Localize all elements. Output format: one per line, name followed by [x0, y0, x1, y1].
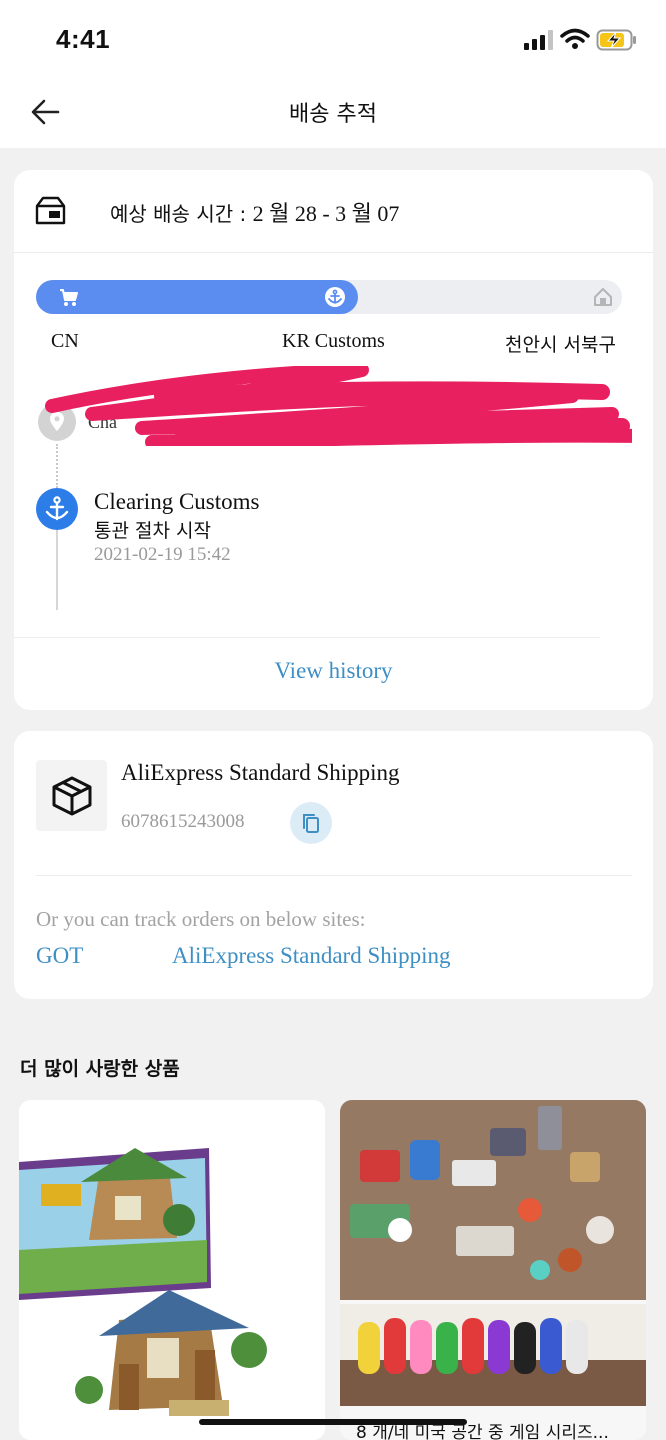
divider	[14, 252, 653, 253]
wifi-icon	[560, 28, 590, 49]
anchor-icon	[45, 496, 69, 521]
product-card[interactable]	[19, 1100, 325, 1440]
event-subtitle: 통관 절차 시작	[94, 520, 211, 542]
recommendations-title: 더 많이 사랑한 상품	[20, 1058, 180, 1080]
product-image-lego-treehouse	[19, 1100, 325, 1440]
eta-value: 2 월 28 - 3 월 07	[252, 201, 400, 226]
timeline-tail	[56, 530, 58, 610]
cellular-signal-icon	[524, 30, 553, 50]
tracking-card: 예상 배송 시간 : 2 월 28 - 3 월 07 CN KR Customs…	[14, 170, 653, 710]
eta-label: 예상 배송 시간 :	[110, 202, 253, 226]
event-title: Clearing Customs	[94, 489, 260, 514]
navigation-bar: 배송 추적	[0, 78, 666, 148]
package-thumbnail	[36, 760, 107, 831]
customs-anchor-icon	[325, 287, 345, 307]
divider	[14, 637, 600, 638]
event-time: 2021-02-19 15:42	[94, 544, 231, 565]
customs-event-marker	[36, 488, 78, 530]
copy-tracking-number-button[interactable]	[290, 802, 332, 844]
stage-destination: 천안시 서북구	[505, 334, 616, 356]
shipping-card: AliExpress Standard Shipping 60786152430…	[14, 731, 653, 999]
divider	[36, 875, 632, 876]
redaction-scribble	[45, 366, 632, 446]
tracking-number: 6078615243008	[121, 811, 245, 832]
home-indicator[interactable]	[199, 1419, 467, 1425]
shopping-cart-icon	[60, 289, 78, 306]
site-link-aliexpress[interactable]: AliExpress Standard Shipping	[172, 943, 451, 969]
view-history-link[interactable]: View history	[14, 658, 653, 684]
page-title: 배송 추적	[289, 102, 377, 127]
product-card[interactable]: 8 개/네 미국 공간 중 게임 시리즈...	[340, 1100, 646, 1440]
battery-charging-icon	[596, 29, 636, 51]
progress-fill	[36, 280, 359, 314]
stage-customs: KR Customs	[282, 330, 385, 352]
product-image-figures	[340, 1100, 646, 1406]
site-link-got[interactable]: GOT	[36, 943, 83, 969]
status-bar: 4:41	[0, 0, 666, 78]
stage-origin: CN	[51, 330, 79, 352]
status-time: 4:41	[56, 24, 111, 54]
delivery-truck-icon	[35, 196, 66, 225]
carrier-name: AliExpress Standard Shipping	[121, 760, 400, 785]
shipping-progress-bar	[36, 280, 622, 314]
timeline-connector	[56, 444, 58, 488]
track-sites-hint: Or you can track orders on below sites:	[36, 907, 366, 931]
copy-icon	[303, 814, 319, 833]
home-icon	[594, 288, 612, 306]
estimated-delivery: 예상 배송 시간 : 2 월 28 - 3 월 07	[110, 196, 399, 228]
package-box-icon	[52, 776, 92, 816]
